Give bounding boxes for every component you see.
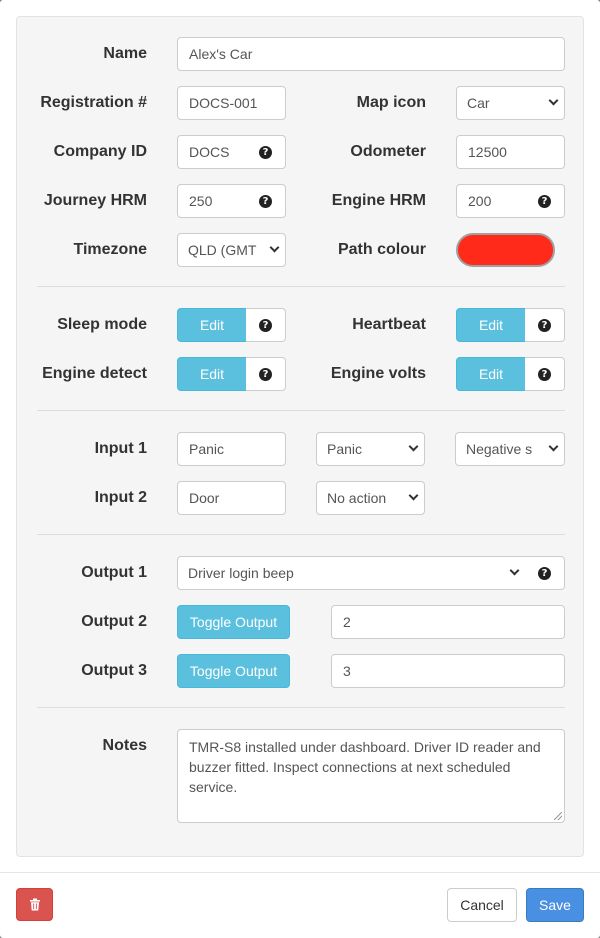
input1-action-value: Panic: [327, 441, 363, 457]
journey-hrm-input[interactable]: 250: [177, 184, 247, 218]
map-icon-select[interactable]: Car: [456, 86, 565, 120]
cancel-button[interactable]: Cancel: [447, 888, 517, 922]
engine-detect-label: Engine detect: [42, 365, 147, 382]
question-circle-icon: ?: [538, 194, 551, 208]
row-input1: Input 1 Panic Panic Negative s: [17, 432, 585, 466]
map-icon-value: Car: [467, 95, 490, 111]
chevron-down-icon: [408, 441, 419, 452]
company-id-input[interactable]: DOCS: [177, 135, 247, 169]
input2-label: Input 2: [94, 489, 147, 506]
input2-action-value: No action: [327, 490, 387, 506]
timezone-label: Timezone: [73, 241, 148, 258]
row-output2: Output 2 Toggle Output 2: [17, 605, 585, 639]
heartbeat-edit-button[interactable]: Edit: [456, 308, 526, 342]
map-icon-label: Map icon: [356, 94, 426, 111]
delete-button[interactable]: [16, 888, 53, 921]
output1-help-button[interactable]: ?: [525, 556, 565, 590]
question-circle-icon: ?: [538, 367, 551, 381]
question-circle-icon: ?: [259, 194, 272, 208]
timezone-select[interactable]: QLD (GMT: [177, 233, 286, 267]
name-input[interactable]: Alex's Car: [177, 37, 565, 71]
divider: [37, 534, 565, 535]
engine-detect-edit-button[interactable]: Edit: [177, 357, 247, 391]
engine-hrm-help-button[interactable]: ?: [525, 184, 565, 218]
registration-label: Registration #: [40, 94, 147, 111]
input1-name-input[interactable]: Panic: [177, 432, 286, 466]
engine-volts-edit-button[interactable]: Edit: [456, 357, 526, 391]
journey-hrm-help-button[interactable]: ?: [246, 184, 286, 218]
output3-label: Output 3: [81, 662, 147, 679]
chevron-down-icon: [509, 565, 520, 576]
sleep-mode-label: Sleep mode: [57, 316, 147, 333]
row-timezone: Timezone QLD (GMT Path colour: [17, 233, 585, 267]
chevron-down-icon: [269, 242, 280, 253]
input1-action-select[interactable]: Panic: [316, 432, 425, 466]
company-id-help-button[interactable]: ?: [246, 135, 286, 169]
output3-toggle-button[interactable]: Toggle Output: [177, 654, 290, 688]
heartbeat-help-button[interactable]: ?: [525, 308, 565, 342]
save-button[interactable]: Save: [526, 888, 584, 922]
row-sleep: Sleep mode Edit ? Heartbeat Edit ?: [17, 308, 585, 342]
engine-volts-label: Engine volts: [330, 365, 426, 382]
divider: [37, 707, 565, 708]
odometer-label: Odometer: [350, 143, 426, 160]
company-id-label: Company ID: [53, 143, 147, 160]
row-company: Company ID DOCS ? Odometer 12500: [17, 135, 585, 169]
output2-label: Output 2: [81, 613, 147, 630]
engine-detect-help-button[interactable]: ?: [246, 357, 286, 391]
path-colour-label: Path colour: [337, 241, 426, 258]
name-label: Name: [103, 45, 147, 62]
engine-volts-help-button[interactable]: ?: [525, 357, 565, 391]
sleep-mode-help-button[interactable]: ?: [246, 308, 286, 342]
question-circle-icon: ?: [259, 318, 272, 332]
input2-action-select[interactable]: No action: [316, 481, 425, 515]
input1-label: Input 1: [94, 440, 147, 457]
row-output1: Output 1 Driver login beep ?: [17, 556, 585, 590]
notes-textarea[interactable]: TMR-S8 installed under dashboard. Driver…: [177, 729, 565, 823]
vehicle-form: Name Alex's Car Registration # DOCS-001 …: [16, 16, 584, 857]
output1-select[interactable]: Driver login beep: [177, 556, 526, 590]
chevron-down-icon: [548, 95, 559, 106]
engine-hrm-input[interactable]: 200: [456, 184, 526, 218]
question-circle-icon: ?: [538, 318, 551, 332]
output1-label: Output 1: [81, 564, 147, 581]
notes-text: TMR-S8 installed under dashboard. Driver…: [189, 739, 541, 795]
sleep-mode-edit-button[interactable]: Edit: [177, 308, 247, 342]
question-circle-icon: ?: [259, 145, 272, 159]
output3-input[interactable]: 3: [331, 654, 565, 688]
journey-hrm-label: Journey HRM: [43, 192, 147, 209]
edit-vehicle-modal: Name Alex's Car Registration # DOCS-001 …: [0, 0, 600, 938]
timezone-value: QLD (GMT: [188, 242, 257, 258]
question-circle-icon: ?: [538, 566, 551, 580]
question-circle-icon: ?: [259, 367, 272, 381]
chevron-down-icon: [408, 490, 419, 501]
row-name: Name Alex's Car: [17, 37, 585, 71]
resize-grip-icon[interactable]: [554, 812, 562, 820]
output2-toggle-button[interactable]: Toggle Output: [177, 605, 290, 639]
row-registration: Registration # DOCS-001 Map icon Car: [17, 86, 585, 120]
footer-divider: [0, 872, 600, 873]
row-engine: Engine detect Edit ? Engine volts Edit ?: [17, 357, 585, 391]
input2-name-input[interactable]: Door: [177, 481, 286, 515]
output1-value: Driver login beep: [188, 565, 294, 581]
path-colour-picker[interactable]: [456, 233, 555, 267]
output2-input[interactable]: 2: [331, 605, 565, 639]
divider: [37, 286, 565, 287]
notes-label: Notes: [102, 737, 147, 754]
input1-polarity-value: Negative s: [466, 441, 533, 457]
engine-hrm-label: Engine HRM: [331, 192, 426, 209]
odometer-input[interactable]: 12500: [456, 135, 565, 169]
row-hrm: Journey HRM 250 ? Engine HRM 200 ?: [17, 184, 585, 218]
row-input2: Input 2 Door No action: [17, 481, 585, 515]
divider: [37, 410, 565, 411]
chevron-down-icon: [548, 441, 559, 452]
heartbeat-label: Heartbeat: [352, 316, 426, 333]
trash-icon: [29, 898, 40, 911]
row-output3: Output 3 Toggle Output 3: [17, 654, 585, 688]
registration-input[interactable]: DOCS-001: [177, 86, 286, 120]
input1-polarity-select[interactable]: Negative s: [455, 432, 565, 466]
